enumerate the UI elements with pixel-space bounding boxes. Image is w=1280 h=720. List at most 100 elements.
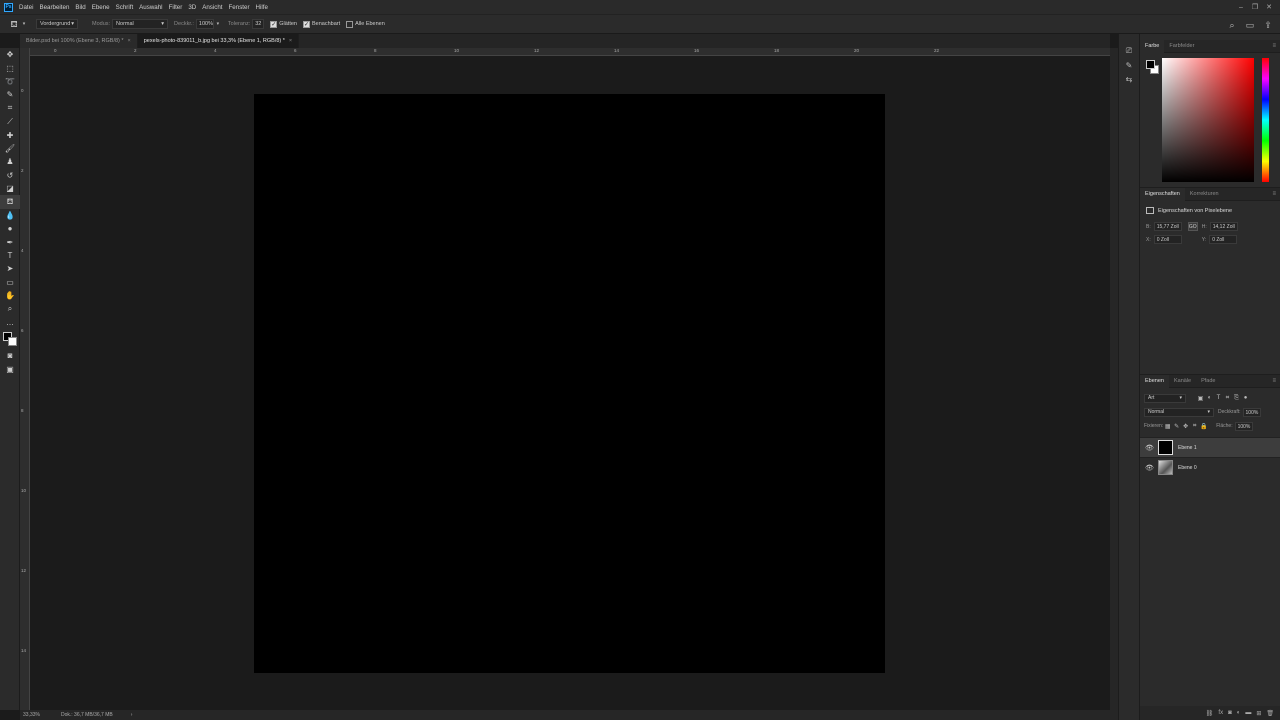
saturation-brightness-field[interactable] [1162,58,1254,182]
screen-mode-icon[interactable]: ▣ [0,363,20,376]
chevron-down-icon[interactable]: ▾ [20,18,28,30]
layer-item[interactable]: 👁 Ebene 1 [1140,437,1280,457]
dodge-tool-icon[interactable]: ● [0,222,20,235]
new-layer-icon[interactable]: ⊞ [1256,710,1261,717]
lock-all-icon[interactable]: 🔒 [1199,423,1208,430]
eye-icon[interactable]: 👁 [1145,464,1154,472]
panel-menu-icon[interactable]: ≡ [1272,378,1276,384]
filter-toggle-icon[interactable]: ● [1241,395,1250,401]
tab-bilder-psd[interactable]: Bilder.psd bei 100% (Ebene 3, RGB/8) * × [20,34,138,48]
menu-bearbeiten[interactable]: Bearbeiten [39,4,69,11]
panel-menu-icon[interactable]: ≡ [1272,43,1276,49]
menu-fenster[interactable]: Fenster [229,4,250,11]
width-field[interactable]: 15,77 Zoll [1153,222,1182,231]
share-icon[interactable]: ⇪ [1262,19,1274,31]
close-icon[interactable]: × [128,38,131,44]
history-panel-icon[interactable]: ⎚ [1119,44,1139,58]
eyedropper-tool-icon[interactable]: ⟋ [0,115,20,128]
lasso-tool-icon[interactable]: ➰ [0,75,20,88]
stamp-tool-icon[interactable]: ♟ [0,155,20,168]
more-tools-icon[interactable]: … [0,316,20,329]
lock-artboard-icon[interactable]: ⌗ [1190,423,1199,430]
filter-pixel-icon[interactable]: ▣ [1196,395,1205,402]
brush-tool-icon[interactable]: 🖌 [0,142,20,155]
height-field[interactable]: 14,12 Zoll [1209,222,1238,231]
tab-kanaele[interactable]: Kanäle [1169,375,1196,388]
chevron-right-icon[interactable]: › [131,712,133,718]
mode-select[interactable]: Normal ▾ [112,19,169,29]
opacity-input[interactable]: 100% [195,19,214,29]
contiguous-checkbox[interactable]: ✓ [302,20,310,28]
blur-tool-icon[interactable]: 💧 [0,209,20,222]
brush-panel-icon[interactable]: ✎ [1119,58,1139,72]
paint-bucket-tool-icon[interactable]: ⛾ [0,195,20,209]
close-icon[interactable]: × [289,38,292,44]
panel-menu-icon[interactable]: ≡ [1272,191,1276,197]
menu-datei[interactable]: Datei [19,4,33,11]
menu-bild[interactable]: Bild [75,4,85,11]
move-tool-icon[interactable]: ✥ [0,48,20,61]
pen-tool-icon[interactable]: ✒ [0,235,20,248]
tab-eigenschaften[interactable]: Eigenschaften [1140,187,1185,201]
menu-ebene[interactable]: Ebene [92,4,110,11]
layer-item[interactable]: 👁 Ebene 0 [1140,457,1280,477]
menu-schrift[interactable]: Schrift [116,4,134,11]
x-field[interactable]: 0 Zoll [1153,235,1182,244]
filter-shape-icon[interactable]: ⌗ [1223,395,1232,402]
quick-mask-icon[interactable]: ◙ [0,349,20,362]
adjustment-layer-icon[interactable]: ◐ [1237,710,1241,716]
color-swatches[interactable] [0,329,20,349]
marquee-tool-icon[interactable]: ⬚ [0,61,20,74]
menu-auswahl[interactable]: Auswahl [139,4,162,11]
chevron-down-icon[interactable]: ▾ [214,18,222,30]
minimize-button[interactable]: – [1234,4,1248,11]
new-group-icon[interactable]: ▬ [1245,710,1251,716]
tab-pexels-photo[interactable]: pexels-photo-839011_b.jpg bei 33,3% (Ebe… [137,34,300,48]
quick-select-tool-icon[interactable]: ✎ [0,88,20,101]
document-canvas[interactable] [254,94,885,673]
tab-farbe[interactable]: Farbe [1140,39,1165,53]
hue-slider[interactable] [1262,58,1269,182]
type-tool-icon[interactable]: T [0,249,20,262]
tolerance-input[interactable]: 32 [252,19,265,29]
filter-type-icon[interactable]: T [1214,395,1223,401]
menu-hilfe[interactable]: Hilfe [256,4,268,11]
zoom-level[interactable]: 33,33% [23,712,51,718]
link-layers-icon[interactable]: ⛓ [1206,710,1214,717]
close-window-button[interactable]: ✕ [1262,3,1276,11]
fill-source-select[interactable]: Vordergrund ▾ [36,19,78,29]
antialias-checkbox[interactable]: ✓ [270,20,278,28]
link-proportions-button[interactable]: GO [1187,222,1198,231]
fx-icon[interactable]: fx [1218,710,1223,716]
layer-opacity-input[interactable]: 100% [1242,407,1261,417]
menu-ansicht[interactable]: Ansicht [202,4,222,11]
lock-transparent-icon[interactable]: ▦ [1163,423,1172,430]
lock-position-icon[interactable]: ✥ [1181,423,1190,430]
y-field[interactable]: 0 Zoll [1209,235,1238,244]
restore-button[interactable]: ❐ [1248,3,1262,11]
vertical-scrollbar[interactable] [1110,48,1118,710]
canvas-workspace[interactable] [30,56,1110,710]
filter-smart-object-icon[interactable]: ⎘ [1232,395,1241,402]
fill-input[interactable]: 100% [1234,421,1253,431]
rectangle-tool-icon[interactable]: ▭ [0,276,20,289]
eye-icon[interactable]: 👁 [1145,444,1154,452]
healing-brush-tool-icon[interactable]: ✚ [0,128,20,141]
tab-korrekturen[interactable]: Korrekturen [1185,188,1224,201]
filter-adjustment-icon[interactable]: ◐ [1205,395,1214,401]
background-color-swatch[interactable] [8,337,17,347]
paint-bucket-preset-icon[interactable]: ⛾ [8,18,20,30]
search-icon[interactable]: ⌕ [1226,19,1238,31]
trash-icon[interactable]: 🗑 [1266,710,1274,717]
workspace-icon[interactable]: ▭ [1244,19,1256,31]
menu-filter[interactable]: Filter [169,4,183,11]
menu-3d[interactable]: 3D [188,4,196,11]
add-mask-icon[interactable]: ◙ [1228,710,1232,716]
lock-image-icon[interactable]: ✎ [1172,423,1181,430]
tab-ebenen[interactable]: Ebenen [1140,374,1169,388]
all-layers-checkbox[interactable] [346,20,354,28]
tab-pfade[interactable]: Pfade [1196,375,1220,388]
crop-tool-icon[interactable]: ⌗ [0,102,20,115]
path-select-tool-icon[interactable]: ➤ [0,262,20,275]
zoom-tool-icon[interactable]: ⌕ [0,302,20,315]
